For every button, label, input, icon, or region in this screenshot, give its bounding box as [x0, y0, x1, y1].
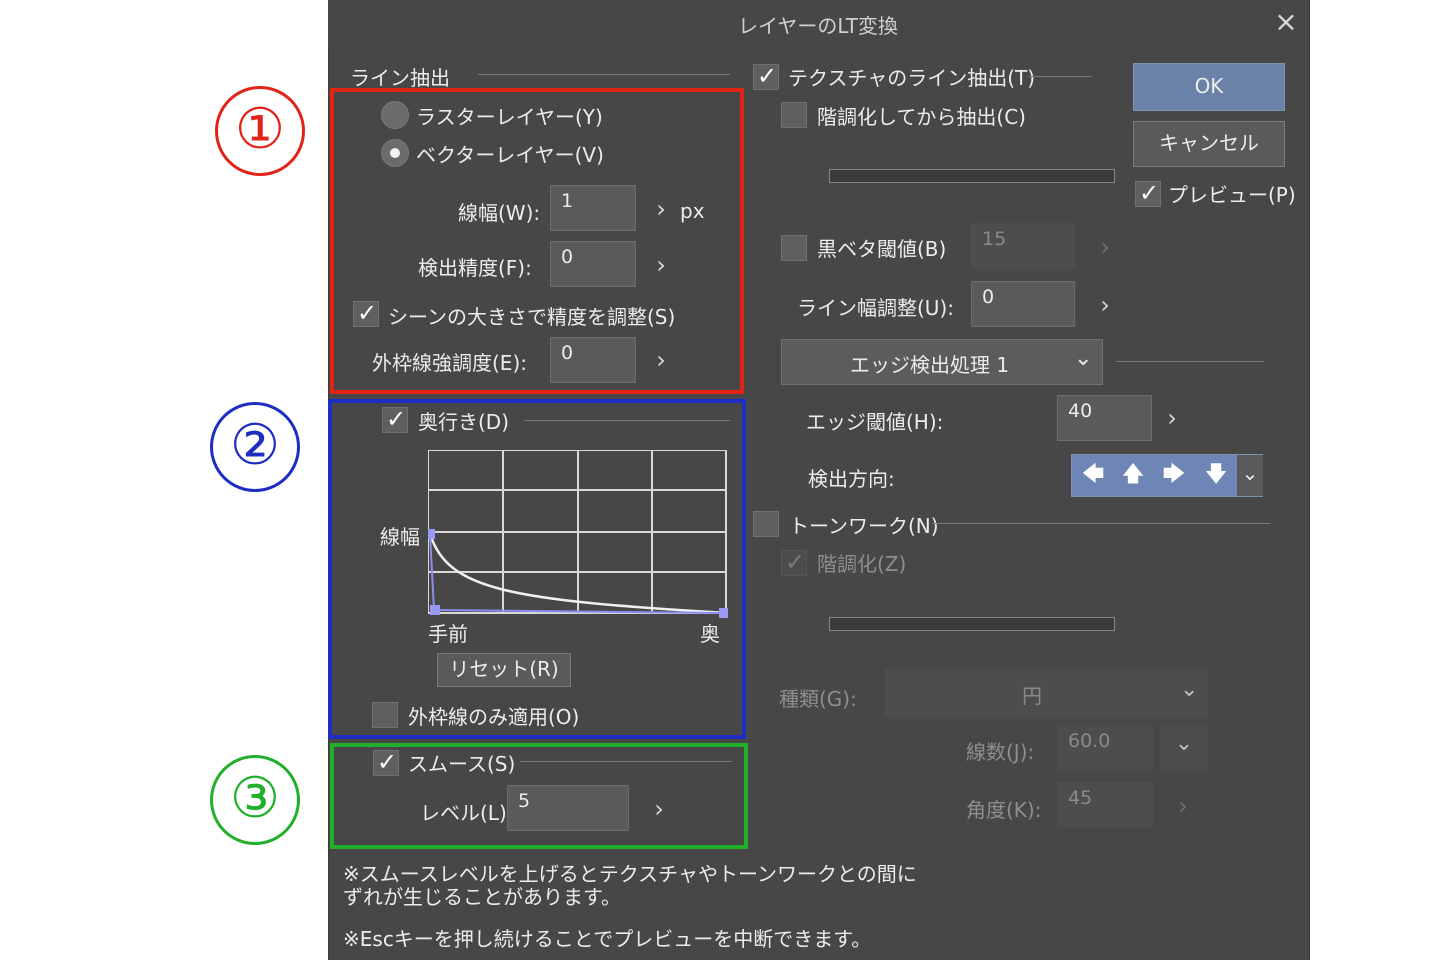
tone-work-divider [932, 523, 1270, 524]
edge-threshold-label: エッジ閾値(H): [806, 410, 944, 434]
callout-3: ③ [210, 755, 300, 845]
tone-work-checkbox[interactable] [753, 511, 779, 537]
line-extract-divider [478, 74, 730, 75]
depth-label: 奥行き(D) [418, 410, 510, 434]
smooth-divider [520, 761, 732, 762]
line-width-adjust-label: ライン幅調整(U): [797, 296, 954, 320]
posterize-extract-checkbox[interactable] [781, 102, 807, 128]
ok-button[interactable]: OK [1133, 63, 1285, 111]
tone-lines-chevron-icon[interactable]: ⌄ [1160, 725, 1208, 771]
posterize-extract-label: 階調化してから抽出(C) [817, 105, 1026, 129]
precision-input[interactable]: 0 [550, 241, 636, 287]
smooth-level-input[interactable]: 5 [507, 785, 629, 831]
tone-work-label: トーンワーク(N) [789, 514, 939, 538]
preview-checkbox[interactable] [1135, 179, 1161, 207]
vector-layer-label: ベクターレイヤー(V) [416, 143, 604, 167]
arrow-down-icon[interactable]: 🡇 [1196, 455, 1236, 495]
precision-arrow-icon[interactable]: › [651, 251, 671, 279]
vector-layer-radio[interactable] [381, 139, 409, 167]
depth-curve-graph[interactable] [428, 450, 728, 620]
tone-posterize-checkbox[interactable] [781, 548, 807, 576]
outline-strength-arrow-icon[interactable]: › [651, 346, 671, 374]
texture-extract-label: テクスチャのライン抽出(T) [788, 66, 1036, 90]
close-icon[interactable]: × [1272, 6, 1300, 38]
depth-graph-near-label: 手前 [428, 622, 468, 646]
chevron-down-icon: ⌄ [1074, 346, 1093, 371]
depth-graph-far-label: 奥 [700, 622, 720, 646]
line-width-adjust-arrow-icon[interactable]: › [1095, 291, 1115, 319]
depth-checkbox[interactable] [382, 405, 408, 433]
tone-posterize-label: 階調化(Z) [817, 552, 907, 576]
line-width-input[interactable]: 1 [550, 185, 636, 231]
note-line-3: ※Escキーを押し続けることでプレビューを中断できます。 [343, 927, 872, 951]
depth-graph-y-label: 線幅 [380, 525, 420, 549]
line-width-arrow-icon[interactable]: › [651, 195, 671, 223]
tone-type-value: 円 [1022, 684, 1042, 708]
outline-only-label: 外枠線のみ適用(O) [408, 705, 580, 729]
tone-type-label: 種類(G): [779, 687, 857, 711]
edge-mode-value: エッジ検出処理 1 [850, 353, 1010, 377]
raster-layer-radio[interactable] [381, 101, 409, 129]
tone-type-chevron-icon: ⌄ [1180, 677, 1199, 702]
outline-strength-label: 外枠線強調度(E): [372, 351, 527, 375]
scene-size-checkbox[interactable] [353, 299, 379, 327]
preview-label: プレビュー(P) [1168, 183, 1296, 207]
outline-strength-input[interactable]: 0 [550, 337, 636, 383]
note-line-2: ずれが生じることがあります。 [343, 885, 621, 909]
tone-lines-input[interactable]: 60.0 [1057, 725, 1153, 771]
arrow-up-icon[interactable]: 🡅 [1113, 455, 1153, 495]
outline-only-checkbox[interactable] [372, 702, 398, 728]
edge-mode-divider [1116, 361, 1264, 362]
black-threshold-label: 黒ベタ閾値(B) [817, 237, 947, 261]
line-width-label: 線幅(W): [458, 201, 541, 225]
line-width-unit: px [680, 199, 705, 223]
tone-angle-arrow-icon[interactable]: › [1173, 792, 1193, 820]
dialog-title: レイヤーのLT変換 [737, 14, 898, 38]
tone-lines-label: 線数(J): [966, 740, 1035, 764]
smooth-checkbox[interactable] [373, 748, 399, 776]
tone-angle-label: 角度(K): [966, 798, 1042, 822]
depth-divider [524, 420, 730, 421]
edge-mode-select[interactable]: エッジ検出処理 1 ⌄ [781, 339, 1103, 385]
cancel-button[interactable]: キャンセル [1133, 121, 1285, 167]
scene-size-label: シーンの大きさで精度を調整(S) [388, 305, 676, 329]
black-threshold-arrow-icon[interactable]: › [1095, 233, 1115, 261]
line-extract-heading: ライン抽出 [350, 66, 450, 90]
texture-divider [1028, 76, 1092, 77]
smooth-level-arrow-icon[interactable]: › [649, 795, 669, 823]
precision-label: 検出精度(F): [418, 256, 532, 280]
callout-2: ② [210, 402, 300, 492]
direction-chevron-down-icon[interactable]: ⌄ [1237, 455, 1263, 496]
arrow-right-icon[interactable]: 🡆 [1154, 455, 1194, 495]
tone-posterize-slider[interactable] [829, 617, 1115, 631]
callout-1: ① [215, 86, 305, 176]
line-width-adjust-input[interactable]: 0 [971, 281, 1075, 327]
depth-reset-button[interactable]: リセット(R) [437, 653, 571, 687]
posterize-extract-slider[interactable] [829, 169, 1115, 183]
raster-layer-label: ラスターレイヤー(Y) [416, 105, 603, 129]
edge-threshold-input[interactable]: 40 [1057, 395, 1152, 441]
smooth-label: スムース(S) [408, 752, 516, 776]
black-threshold-checkbox[interactable] [781, 235, 807, 261]
arrow-left-icon[interactable]: 🡄 [1073, 455, 1113, 495]
tone-angle-input[interactable]: 45 [1057, 782, 1153, 828]
smooth-level-label: レベル(L): [420, 801, 514, 825]
texture-extract-checkbox[interactable] [753, 62, 779, 90]
tone-type-select[interactable]: 円 ⌄ [885, 669, 1208, 717]
edge-threshold-arrow-icon[interactable]: › [1162, 404, 1182, 432]
direction-selector[interactable]: 🡄 🡅 🡆 🡇 ⌄ [1071, 454, 1263, 497]
black-threshold-input[interactable]: 15 [971, 223, 1075, 269]
direction-label: 検出方向: [808, 467, 895, 491]
